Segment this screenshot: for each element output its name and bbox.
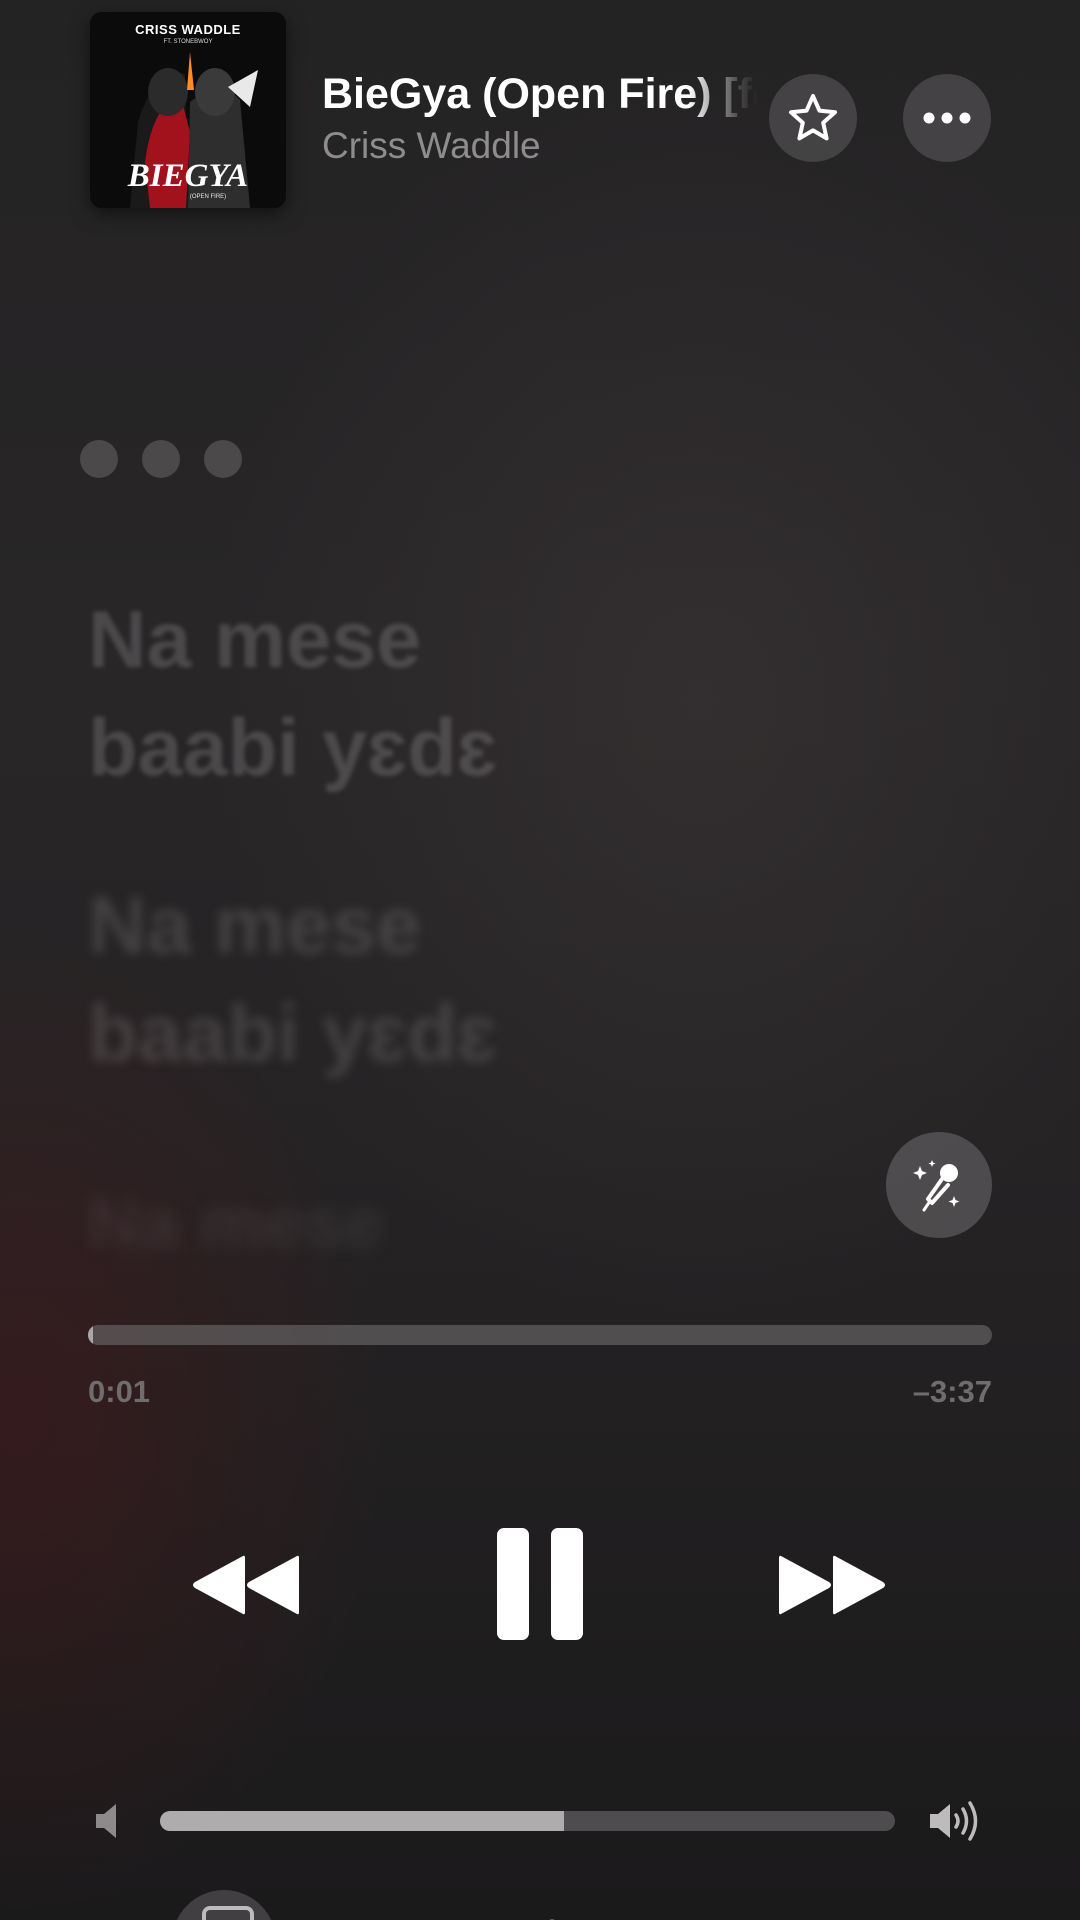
speaker-high-icon — [930, 1801, 978, 1841]
rewind-button[interactable] — [180, 1545, 310, 1625]
star-icon — [789, 94, 837, 141]
playback-progress-fill — [88, 1325, 94, 1345]
backward-icon — [193, 1555, 299, 1615]
now-playing-screen: CRISS WADDLE FT. STONEBWOY BIEGYA (OPEN … — [0, 0, 1080, 1920]
volume-slider[interactable] — [160, 1811, 895, 1831]
artwork-subtitle-text: (OPEN FIRE) — [189, 194, 227, 200]
lyric-line[interactable]: Na mese baabi yɛdɛ — [88, 586, 497, 802]
speaker-low-icon — [96, 1804, 116, 1838]
lyric-line[interactable]: Na mese baabi yɛdɛ — [88, 872, 497, 1088]
airplay-icon[interactable] — [540, 1908, 564, 1920]
interlude-dot — [204, 440, 242, 478]
forward-icon — [779, 1555, 885, 1615]
ellipsis-icon — [923, 112, 971, 124]
more-options-button[interactable] — [903, 74, 991, 162]
pause-button[interactable] — [490, 1526, 590, 1642]
artwork-artist-text: CRISS WADDLE — [135, 22, 241, 37]
song-artist[interactable]: Criss Waddle — [322, 122, 758, 170]
song-title: BieGya (Open Fire) [feat. Stonebwoy] — [322, 70, 758, 118]
song-info[interactable]: BieGya (Open Fire) [feat. Stonebwoy] Cri… — [322, 66, 758, 170]
lyrics-interlude-dots — [80, 440, 242, 478]
microphone-sparkle-icon — [913, 1160, 960, 1212]
lyrics-toggle-button[interactable] — [172, 1890, 276, 1920]
sing-along-button[interactable] — [886, 1132, 992, 1238]
playback-scrubber[interactable] — [88, 1325, 992, 1345]
interlude-dot — [80, 440, 118, 478]
remaining-time: –3:37 — [912, 1374, 992, 1409]
artwork-feature-text: FT. STONEBWOY — [163, 39, 213, 45]
favorite-button[interactable] — [769, 74, 857, 162]
interlude-dot — [142, 440, 180, 478]
artwork-title-text: BIEGYA — [127, 158, 249, 194]
elapsed-time: 0:01 — [88, 1374, 151, 1409]
volume-level-fill — [160, 1811, 565, 1831]
lyric-line[interactable]: Na mese — [88, 1170, 384, 1278]
album-artwork[interactable]: CRISS WADDLE FT. STONEBWOY BIEGYA (OPEN … — [90, 12, 286, 208]
forward-button[interactable] — [770, 1545, 900, 1625]
pause-icon — [497, 1528, 583, 1640]
